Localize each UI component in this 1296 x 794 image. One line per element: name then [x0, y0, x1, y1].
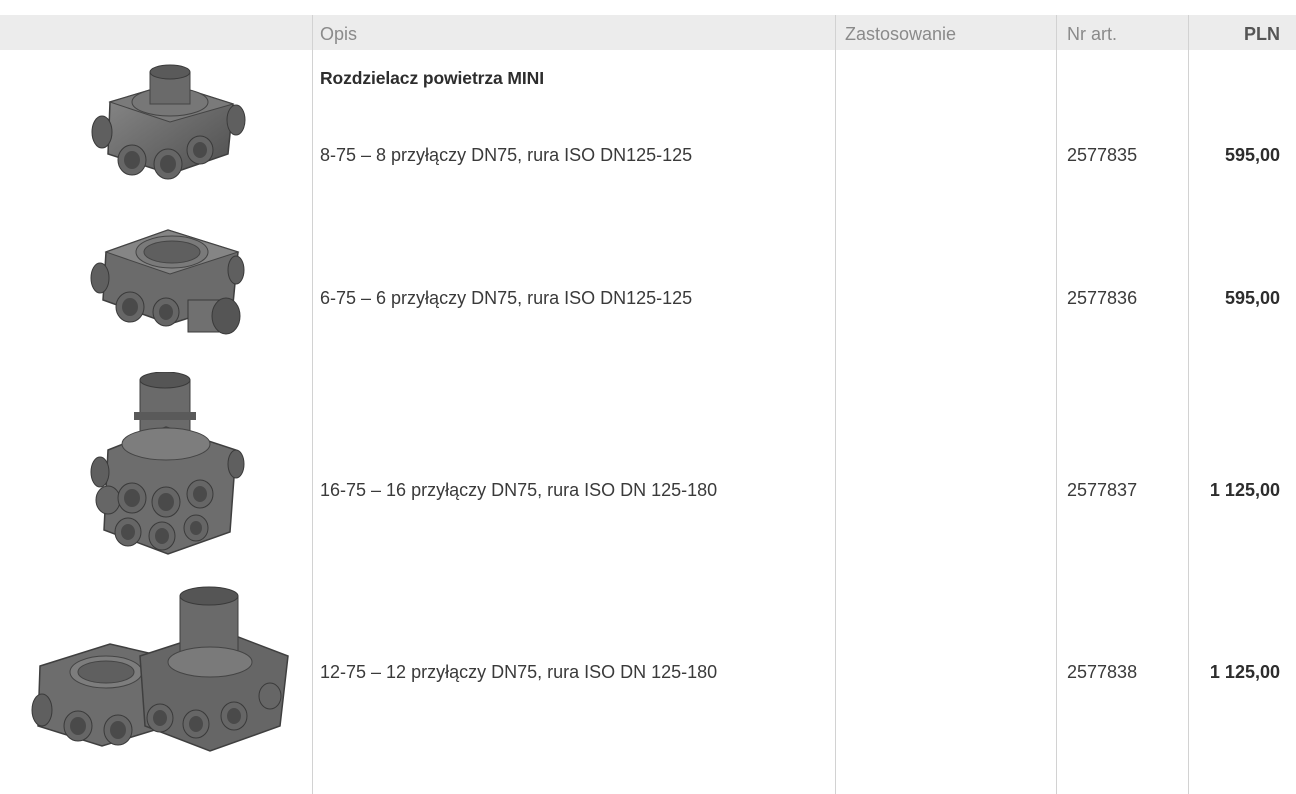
row-4-price: 1 125,00 — [1209, 662, 1280, 682]
row-2-article-number: 2577836 — [1067, 288, 1138, 308]
table-header: Opis Zastosowanie Nr art. PLN — [0, 15, 1296, 50]
row-4-description: 12-75 – 12 przyłączy DN75, rura ISO DN 1… — [320, 662, 718, 682]
row-1-article-number: 2577835 — [1067, 145, 1138, 165]
column-divider — [312, 15, 313, 794]
air-distributor-12-ports-image — [31, 586, 289, 752]
air-distributor-6-ports-image — [90, 229, 245, 335]
air-distributor-16-ports-image — [90, 372, 245, 555]
row-1-price: 595,00 — [1224, 145, 1280, 165]
row-3-price: 1 125,00 — [1209, 480, 1280, 500]
row-3-article-number: 2577837 — [1067, 480, 1138, 500]
column-divider — [835, 15, 836, 794]
header-opis: Opis — [320, 24, 358, 44]
column-divider — [1188, 15, 1189, 794]
row-1-description: 8-75 – 8 przyłączy DN75, rura ISO DN125-… — [320, 145, 693, 165]
row-3-description: 16-75 – 16 przyłączy DN75, rura ISO DN 1… — [320, 480, 718, 500]
air-distributor-8-ports-image — [91, 64, 246, 180]
header-pln: PLN — [1244, 24, 1280, 44]
header-zastosowanie: Zastosowanie — [845, 24, 957, 44]
row-4-article-number: 2577838 — [1067, 662, 1138, 682]
group-title: Rozdzielacz powietrza MINI — [320, 68, 544, 88]
column-divider — [1056, 15, 1057, 794]
row-2-description: 6-75 – 6 przyłączy DN75, rura ISO DN125-… — [320, 288, 693, 308]
row-2-price: 595,00 — [1224, 288, 1280, 308]
header-nr-art: Nr art. — [1067, 24, 1118, 44]
